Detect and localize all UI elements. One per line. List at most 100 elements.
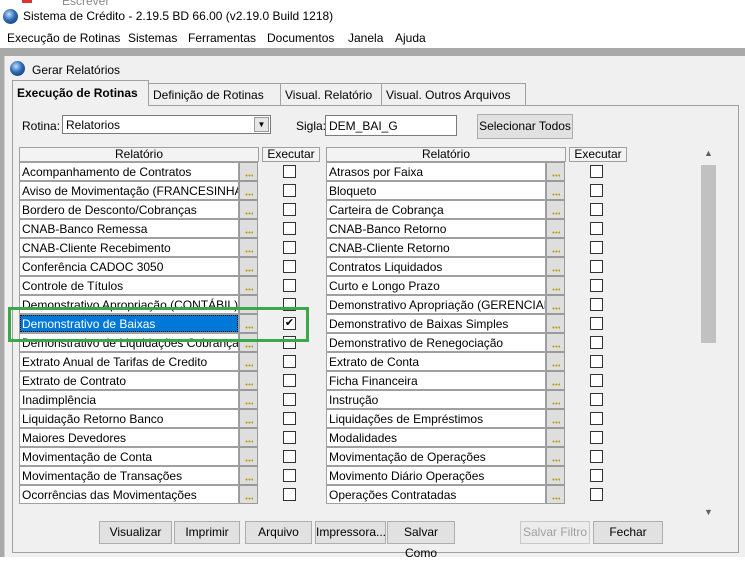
menu-sistemas[interactable]: Sistemas [128, 31, 177, 45]
visualizar-button[interactable]: Visualizar [99, 521, 172, 544]
report-name-cell[interactable]: Maiores Devedores [19, 428, 239, 447]
report-name-cell[interactable]: Acompanhamento de Contratos [19, 162, 239, 181]
ellipsis-filter-button[interactable] [239, 162, 258, 181]
ellipsis-filter-button[interactable] [239, 295, 258, 314]
imprimir-button[interactable]: Imprimir [174, 521, 240, 544]
executar-checkbox[interactable] [590, 336, 603, 349]
ellipsis-filter-button[interactable] [239, 390, 258, 409]
executar-checkbox[interactable] [283, 374, 296, 387]
executar-checkbox[interactable] [283, 203, 296, 216]
ellipsis-filter-button[interactable] [546, 162, 565, 181]
executar-checkbox[interactable] [283, 241, 296, 254]
ellipsis-filter-button[interactable] [239, 485, 258, 504]
grid-vertical-scrollbar[interactable]: ▲ ▼ [700, 145, 717, 521]
report-name-cell[interactable]: Instrução [326, 390, 546, 409]
report-name-cell[interactable]: Movimentação de Operações [326, 447, 546, 466]
executar-checkbox[interactable] [590, 431, 603, 444]
executar-checkbox[interactable] [590, 260, 603, 273]
ellipsis-filter-button[interactable] [546, 333, 565, 352]
menu-ajuda[interactable]: Ajuda [395, 31, 426, 45]
executar-checkbox[interactable] [590, 393, 603, 406]
fechar-button[interactable]: Fechar [593, 521, 663, 544]
executar-checkbox[interactable] [283, 222, 296, 235]
report-name-cell[interactable]: CNAB-Cliente Retorno [326, 238, 546, 257]
ellipsis-filter-button[interactable] [546, 390, 565, 409]
executar-checkbox[interactable] [590, 165, 603, 178]
executar-checkbox[interactable] [590, 279, 603, 292]
scroll-down-icon[interactable]: ▼ [700, 504, 717, 521]
report-name-cell[interactable]: Demonstrativo Apropriação (GERENCIAL) [326, 295, 546, 314]
executar-checkbox[interactable] [283, 412, 296, 425]
executar-checkbox[interactable] [590, 450, 603, 463]
ellipsis-filter-button[interactable] [239, 276, 258, 295]
report-name-cell[interactable]: Liquidação Retorno Banco [19, 409, 239, 428]
ellipsis-filter-button[interactable] [239, 371, 258, 390]
chevron-down-icon[interactable]: ▼ [254, 117, 269, 132]
executar-checkbox[interactable] [283, 431, 296, 444]
report-name-cell[interactable]: Liquidações de Empréstimos [326, 409, 546, 428]
ellipsis-filter-button[interactable] [546, 428, 565, 447]
report-name-cell[interactable]: CNAB-Banco Remessa [19, 219, 239, 238]
executar-checkbox[interactable] [283, 165, 296, 178]
report-name-cell[interactable]: Curto e Longo Prazo [326, 276, 546, 295]
executar-checkbox[interactable] [283, 184, 296, 197]
arquivo-button[interactable]: Arquivo [245, 521, 312, 544]
ellipsis-filter-button[interactable] [546, 219, 565, 238]
executar-checkbox[interactable] [283, 336, 296, 349]
tab-visual-outros-arquivos[interactable]: Visual. Outros Arquivos [381, 83, 526, 105]
ellipsis-filter-button[interactable] [546, 352, 565, 371]
tab-visual-relatorio[interactable]: Visual. Relatório [280, 83, 382, 105]
report-name-cell[interactable]: Modalidades [326, 428, 546, 447]
executar-checkbox[interactable] [590, 222, 603, 235]
report-name-cell[interactable]: Ocorrências das Movimentações [19, 485, 239, 504]
report-name-cell[interactable]: CNAB-Banco Retorno [326, 219, 546, 238]
report-name-cell[interactable]: Bordero de Desconto/Cobranças [19, 200, 239, 219]
ellipsis-filter-button[interactable] [546, 466, 565, 485]
report-name-cell[interactable]: Demonstrativo de Baixas [19, 314, 239, 333]
executar-checkbox[interactable] [590, 241, 603, 254]
report-name-cell[interactable]: Inadimplência [19, 390, 239, 409]
executar-checkbox[interactable] [590, 355, 603, 368]
tab-execucao-rotinas[interactable]: Execução de Rotinas [12, 80, 149, 106]
executar-checkbox[interactable] [283, 450, 296, 463]
report-name-cell[interactable]: Extrato de Conta [326, 352, 546, 371]
salvar-como-button[interactable]: Salvar Como [387, 521, 455, 560]
report-name-cell[interactable]: Movimentação de Conta [19, 447, 239, 466]
report-name-cell[interactable]: Demonstrativo de Baixas Simples [326, 314, 546, 333]
executar-checkbox[interactable] [590, 469, 603, 482]
ellipsis-filter-button[interactable] [239, 257, 258, 276]
ellipsis-filter-button[interactable] [546, 314, 565, 333]
report-name-cell[interactable]: CNAB-Cliente Recebimento [19, 238, 239, 257]
ellipsis-filter-button[interactable] [546, 371, 565, 390]
menu-janela[interactable]: Janela [348, 31, 383, 45]
ellipsis-filter-button[interactable] [239, 333, 258, 352]
report-name-cell[interactable]: Carteira de Cobrança [326, 200, 546, 219]
scroll-up-icon[interactable]: ▲ [700, 145, 717, 162]
executar-checkbox[interactable] [590, 412, 603, 425]
executar-checkbox[interactable] [283, 393, 296, 406]
report-name-cell[interactable]: Bloqueto [326, 181, 546, 200]
menu-documentos[interactable]: Documentos [267, 31, 334, 45]
ellipsis-filter-button[interactable] [239, 181, 258, 200]
executar-checkbox[interactable] [283, 298, 296, 311]
select-all-button[interactable]: Selecionar Todos [477, 114, 573, 139]
ellipsis-filter-button[interactable] [239, 200, 258, 219]
executar-checkbox[interactable] [283, 355, 296, 368]
ellipsis-filter-button[interactable] [239, 352, 258, 371]
executar-checkbox[interactable] [283, 279, 296, 292]
report-name-cell[interactable]: Movimento Diário Operações [326, 466, 546, 485]
menu-execucao-rotinas[interactable]: Execução de Rotinas [7, 31, 120, 45]
salvar-filtro-button[interactable]: Salvar Filtro [520, 521, 590, 544]
ellipsis-filter-button[interactable] [239, 447, 258, 466]
scrollbar-thumb[interactable] [701, 165, 716, 343]
report-name-cell[interactable]: Contratos Liquidados [326, 257, 546, 276]
ellipsis-filter-button[interactable] [546, 485, 565, 504]
report-name-cell[interactable]: Atrasos por Faixa [326, 162, 546, 181]
report-name-cell[interactable]: Ficha Financeira [326, 371, 546, 390]
ellipsis-filter-button[interactable] [239, 314, 258, 333]
ellipsis-filter-button[interactable] [239, 409, 258, 428]
report-name-cell[interactable]: Demonstrativo de Renegociação [326, 333, 546, 352]
ellipsis-filter-button[interactable] [239, 466, 258, 485]
ellipsis-filter-button[interactable] [546, 295, 565, 314]
tab-definicao-rotinas[interactable]: Definição de Rotinas [148, 83, 281, 105]
